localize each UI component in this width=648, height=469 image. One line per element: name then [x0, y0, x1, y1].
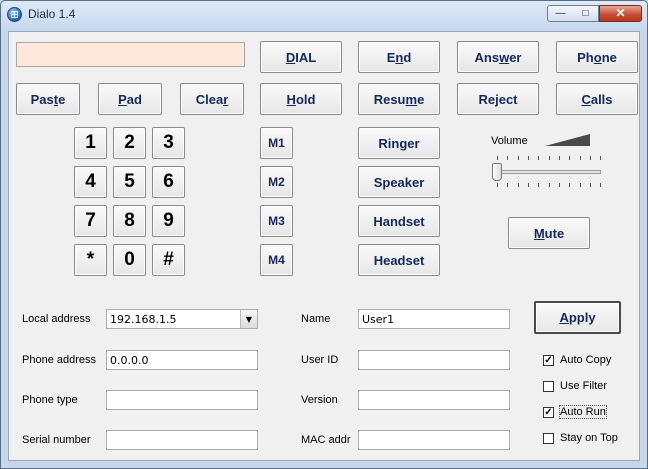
clear-button[interactable]: Clea r	[180, 83, 244, 115]
end-button[interactable]: End	[358, 41, 440, 73]
keypad-7-button[interactable]: 7	[74, 205, 107, 237]
version-field[interactable]	[358, 390, 510, 410]
phone-address-field[interactable]: 0.0.0.0	[106, 350, 258, 370]
calls-button[interactable]: Calls	[556, 83, 638, 115]
headset-button[interactable]: Headset	[358, 244, 440, 276]
close-icon: ✕	[615, 6, 626, 20]
hold-button[interactable]: Hold	[260, 83, 342, 115]
version-label: Version	[301, 394, 338, 406]
main-panel: D IAL End Ans w er Ph o ne Pas t e Pad Clea r Ho…	[8, 31, 640, 461]
serial-number-label: Serial number	[22, 434, 91, 446]
keypad-4-button[interactable]: 4	[74, 166, 107, 198]
auto-run-checkbox[interactable]: ✓ Auto Run	[543, 405, 607, 419]
handset-button[interactable]: Handset	[358, 205, 440, 237]
dial-button[interactable]: D IAL	[260, 41, 342, 73]
keypad-star-button[interactable]: *	[74, 244, 107, 276]
number-display[interactable]	[16, 42, 245, 67]
local-address-label: Local address	[22, 313, 91, 325]
volume-label: Volume	[491, 135, 528, 147]
phone-button[interactable]: Ph o ne	[556, 41, 638, 73]
phone-address-label: Phone address	[22, 354, 96, 366]
title-bar[interactable]: Dialo 1.4 — □ ✕	[1, 1, 647, 29]
memory-1-button[interactable]: M1	[260, 127, 293, 159]
keypad-1-button[interactable]: 1	[74, 127, 107, 159]
keypad-2-button[interactable]: 2	[113, 127, 146, 159]
name-field[interactable]: User1	[358, 309, 510, 329]
volume-slider-track[interactable]	[497, 170, 601, 174]
checkbox-box: ✓	[543, 354, 554, 366]
app-icon[interactable]	[7, 7, 22, 22]
keypad-9-button[interactable]: 9	[152, 205, 185, 237]
serial-number-field[interactable]	[106, 430, 258, 450]
name-label: Name	[301, 313, 331, 325]
app-window: Dialo 1.4 — □ ✕ D IAL End Ans w er Ph o ne Pa…	[0, 0, 648, 469]
stay-on-top-checkbox[interactable]: Stay on Top	[543, 432, 618, 444]
minimize-icon: —	[555, 8, 566, 19]
chevron-down-icon[interactable]: ▼	[240, 310, 257, 328]
auto-copy-checkbox[interactable]: ✓ Auto Copy	[543, 354, 611, 366]
keypad-3-button[interactable]: 3	[152, 127, 185, 159]
keypad-hash-button[interactable]: #	[152, 244, 185, 276]
answer-button[interactable]: Ans w er	[457, 41, 539, 73]
memory-4-button[interactable]: M4	[260, 244, 293, 276]
user-id-label: User ID	[301, 354, 339, 366]
paste-button[interactable]: Pas t e	[16, 83, 80, 115]
use-filter-checkbox[interactable]: Use Filter	[543, 380, 607, 392]
ringer-button[interactable]: Ringer	[358, 127, 440, 159]
phone-type-label: Phone type	[22, 394, 78, 406]
memory-2-button[interactable]: M2	[260, 166, 293, 198]
local-address-combo[interactable]: 192.168.1.5 ▼	[106, 309, 258, 329]
checkbox-box	[543, 380, 554, 392]
user-id-field[interactable]	[358, 350, 510, 370]
keypad-0-button[interactable]: 0	[113, 244, 146, 276]
volume-ticks-top	[497, 156, 601, 160]
resume-button[interactable]: Resu m e	[358, 83, 440, 115]
checkbox-box: ✓	[543, 406, 554, 418]
volume-slider-thumb[interactable]	[492, 163, 502, 181]
mac-addr-field[interactable]	[358, 430, 510, 450]
memory-3-button[interactable]: M3	[260, 205, 293, 237]
close-button[interactable]: ✕	[599, 5, 642, 22]
keypad-6-button[interactable]: 6	[152, 166, 185, 198]
maximize-button[interactable]: □	[573, 5, 599, 22]
speaker-button[interactable]: Speaker	[358, 166, 440, 198]
maximize-icon: □	[582, 8, 589, 19]
keypad-8-button[interactable]: 8	[113, 205, 146, 237]
minimize-button[interactable]: —	[547, 5, 574, 22]
window-title: Dialo 1.4	[28, 7, 76, 21]
volume-ticks-bottom	[497, 183, 601, 187]
mac-addr-label: MAC addr	[301, 434, 351, 446]
apply-button[interactable]: Apply	[534, 301, 621, 334]
phone-type-field[interactable]	[106, 390, 258, 410]
pad-button[interactable]: Pad	[98, 83, 162, 115]
keypad-5-button[interactable]: 5	[113, 166, 146, 198]
checkbox-box	[543, 432, 554, 444]
mute-button[interactable]: Mute	[508, 217, 590, 249]
volume-ramp-icon	[545, 134, 590, 146]
reject-button[interactable]: Reject	[457, 83, 539, 115]
